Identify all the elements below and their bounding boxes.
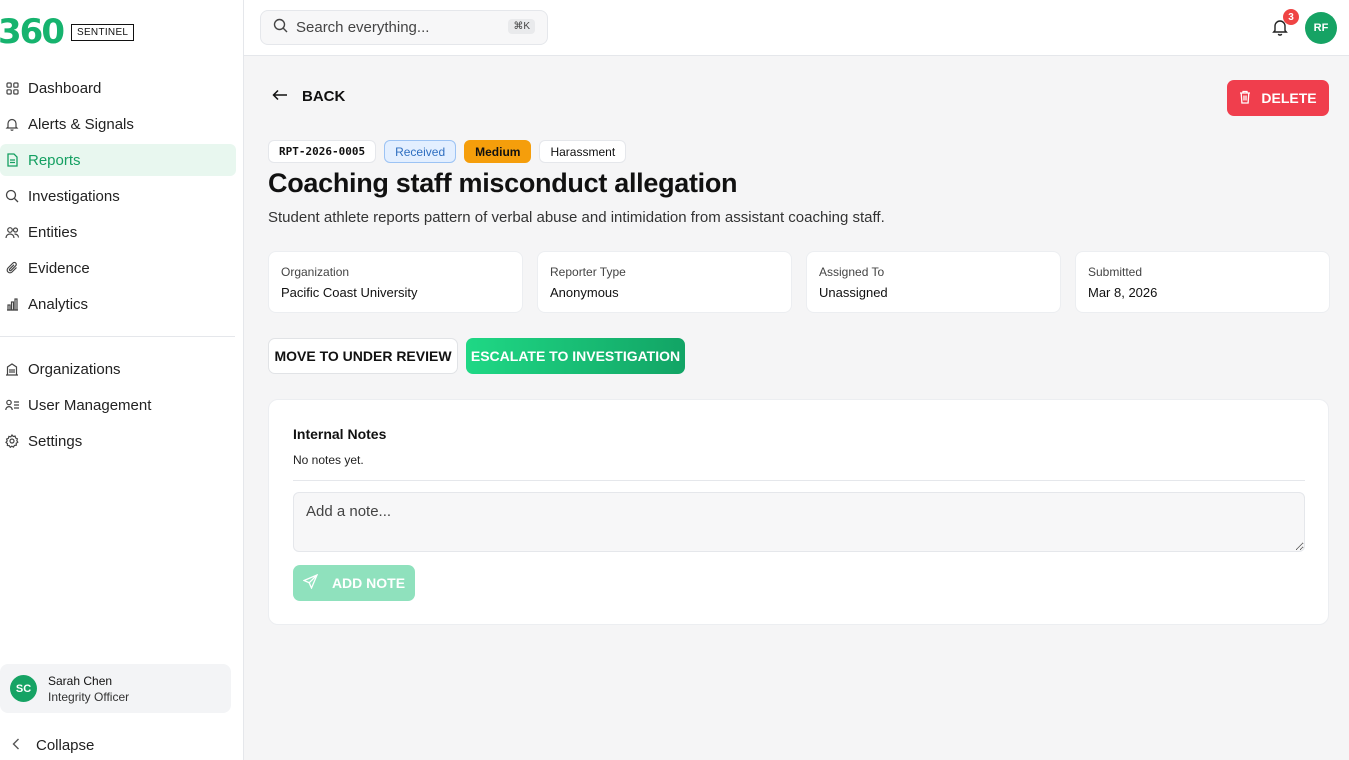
- report-tags: RPT-2026-0005 Received Medium Harassment: [268, 140, 627, 163]
- detail-cards: Organization Pacific Coast University Re…: [268, 251, 1330, 313]
- sidebar-item-user-management[interactable]: User Management: [0, 389, 236, 421]
- primary-nav: Dashboard Alerts & Signals Reports Inves…: [0, 72, 244, 324]
- sidebar-item-label: Alerts & Signals: [28, 115, 134, 133]
- detail-label: Assigned To: [819, 265, 885, 279]
- gear-icon: [4, 433, 20, 449]
- file-icon: [4, 152, 20, 168]
- delete-label: DELETE: [1261, 90, 1317, 106]
- sidebar-item-label: Dashboard: [28, 79, 102, 97]
- sidebar-item-settings[interactable]: Settings: [0, 425, 236, 457]
- send-icon: [302, 573, 319, 592]
- topbar: ⌘K 3 RF: [244, 0, 1349, 56]
- search-icon: [4, 188, 20, 204]
- brand-logo[interactable]: 360: [0, 14, 65, 50]
- search-box[interactable]: ⌘K: [260, 10, 548, 45]
- sidebar-item-label: Reports: [28, 151, 81, 169]
- sidebar-item-label: Analytics: [28, 295, 89, 313]
- sidebar-item-label: Settings: [28, 432, 83, 450]
- search-icon: [273, 18, 288, 38]
- sidebar-item-label: Organizations: [28, 360, 121, 378]
- detail-value: Unassigned: [819, 285, 888, 300]
- add-note-button[interactable]: ADD NOTE: [293, 565, 415, 601]
- detail-label: Submitted: [1088, 265, 1143, 279]
- user-role: Integrity Officer: [48, 689, 130, 704]
- detail-card-reporter-type: Reporter Type Anonymous: [537, 251, 792, 313]
- sidebar-item-organizations[interactable]: Organizations: [0, 353, 236, 385]
- shortcut-hint: ⌘K: [508, 19, 535, 34]
- users-icon: [4, 224, 20, 240]
- sidebar-item-alerts[interactable]: Alerts & Signals: [0, 108, 236, 140]
- status-badge: Received: [384, 140, 457, 163]
- sidebar-item-reports[interactable]: Reports: [0, 144, 236, 176]
- detail-value: Mar 8, 2026: [1088, 285, 1158, 300]
- detail-card-organization: Organization Pacific Coast University: [268, 251, 523, 313]
- report-description: Student athlete reports pattern of verba…: [268, 209, 885, 226]
- bar-chart-icon: [4, 296, 20, 312]
- brand[interactable]: 360 SENTINEL: [0, 14, 135, 50]
- user-card[interactable]: SC Sarah Chen Integrity Officer: [0, 664, 231, 713]
- grid-icon: [4, 80, 20, 96]
- internal-notes-panel: Internal Notes No notes yet. ADD NOTE: [268, 399, 1329, 625]
- secondary-nav: Organizations User Management Settings: [0, 353, 244, 461]
- sidebar-item-investigations[interactable]: Investigations: [0, 180, 236, 212]
- category-badge: Harassment: [539, 140, 627, 163]
- page-title: Coaching staff misconduct allegation: [268, 168, 738, 198]
- note-input[interactable]: [293, 492, 1305, 552]
- detail-label: Organization: [281, 265, 350, 279]
- sidebar-divider: [0, 336, 235, 337]
- sidebar-item-analytics[interactable]: Analytics: [0, 288, 236, 320]
- sidebar-item-entities[interactable]: Entities: [0, 216, 236, 248]
- avatar: SC: [10, 675, 37, 702]
- detail-value: Anonymous: [550, 285, 619, 300]
- detail-label: Reporter Type: [550, 265, 626, 279]
- sidebar-item-label: Investigations: [28, 187, 120, 205]
- sidebar-item-label: Evidence: [28, 259, 90, 277]
- detail-card-submitted: Submitted Mar 8, 2026: [1075, 251, 1330, 313]
- notes-title: Internal Notes: [293, 426, 387, 442]
- report-id-badge: RPT-2026-0005: [268, 140, 377, 163]
- brand-badge: SENTINEL: [70, 23, 135, 41]
- notes-empty-state: No notes yet.: [293, 453, 364, 467]
- escalate-to-investigation-button[interactable]: ESCALATE TO INVESTIGATION: [466, 338, 685, 374]
- paperclip-icon: [4, 260, 20, 276]
- detail-value: Pacific Coast University: [281, 285, 418, 300]
- user-list-icon: [4, 397, 20, 413]
- search-input[interactable]: [296, 19, 496, 36]
- user-name: Sarah Chen: [48, 673, 113, 688]
- move-to-under-review-button[interactable]: MOVE TO UNDER REVIEW: [268, 338, 458, 374]
- back-button[interactable]: BACK: [272, 88, 345, 105]
- sidebar-item-label: Entities: [28, 223, 78, 241]
- notes-divider: [293, 480, 1305, 481]
- detail-card-assigned-to: Assigned To Unassigned: [806, 251, 1061, 313]
- sidebar-item-dashboard[interactable]: Dashboard: [0, 72, 236, 104]
- sidebar-item-evidence[interactable]: Evidence: [0, 252, 236, 284]
- severity-badge: Medium: [464, 140, 532, 163]
- collapse-label: Collapse: [36, 737, 95, 754]
- bell-icon: [4, 116, 20, 132]
- notification-count-badge: 3: [1283, 9, 1299, 25]
- back-label: BACK: [302, 88, 346, 105]
- sidebar: 360 SENTINEL Dashboard Alerts & Signals …: [0, 0, 244, 760]
- collapse-button[interactable]: Collapse: [12, 737, 94, 754]
- chevron-left-icon: [12, 737, 26, 754]
- delete-button[interactable]: DELETE: [1227, 80, 1329, 116]
- arrow-left-icon: [272, 88, 288, 105]
- sidebar-item-label: User Management: [28, 396, 152, 414]
- trash-icon: [1239, 90, 1251, 107]
- building-icon: [4, 361, 20, 377]
- add-note-label: ADD NOTE: [331, 575, 406, 591]
- user-meta: Sarah Chen Integrity Officer: [48, 673, 129, 705]
- user-avatar-button[interactable]: RF: [1305, 12, 1337, 44]
